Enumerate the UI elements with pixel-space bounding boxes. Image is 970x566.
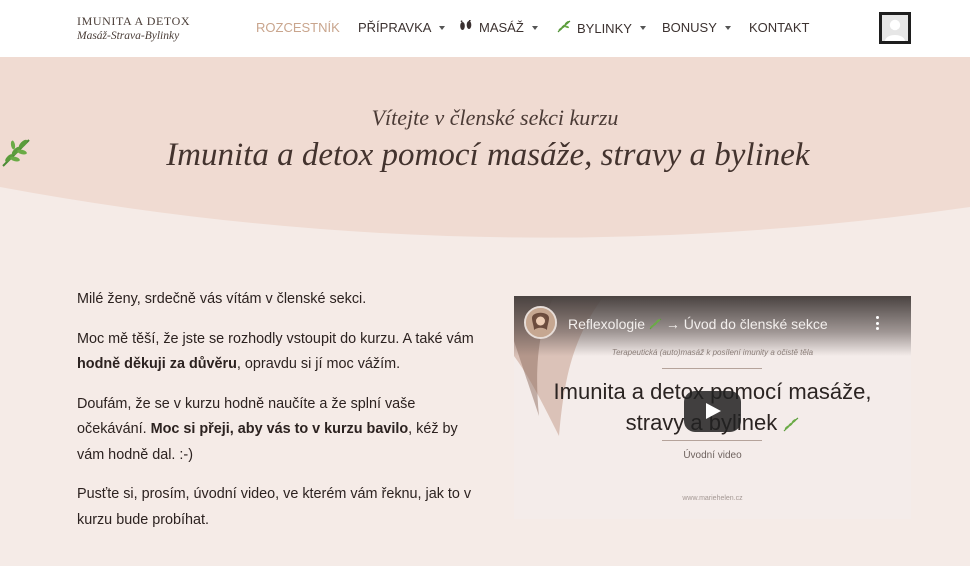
intro-text: Milé ženy, srdečně vás vítám v členské s… (77, 287, 477, 547)
intro-paragraph: Pusťte si, prosím, úvodní video, ve kter… (77, 486, 472, 528)
video-title[interactable]: Reflexologie → Úvod do členské sekce (568, 316, 828, 333)
top-navigation-bar: IMUNITA A DETOX Masáž-Strava-Bylinky ROZ… (0, 0, 970, 57)
chevron-down-icon (724, 25, 731, 30)
play-button[interactable] (684, 391, 741, 432)
intro-video-embed[interactable]: Reflexologie → Úvod do členské sekce Ter… (514, 296, 911, 519)
site-logo-name: IMUNITA A DETOX (77, 14, 191, 28)
hero-pretitle: Vítejte v členské sekci kurzu (371, 105, 619, 130)
site-logo-tagline: Masáž-Strava-Bylinky (77, 30, 180, 42)
nav-item-label: MASÁŽ (479, 20, 524, 35)
nav-item-label: PŘÍPRAVKA (358, 20, 432, 35)
hero-banner: Vítejte v členské sekci kurzu Imunita a … (0, 57, 970, 247)
intro-paragraph: Moc mě těší, že jste se rozhodly vstoupi… (77, 330, 474, 373)
nav-item-label: BONUSY (662, 20, 717, 35)
nav-item-rozcestnik[interactable]: ROZCESTNÍK (256, 20, 340, 35)
nav-item-bylinky[interactable]: BYLINKY (557, 20, 646, 36)
nav-item-label: KONTAKT (749, 20, 810, 35)
chevron-down-icon (439, 25, 446, 30)
nav-item-kontakt[interactable]: KONTAKT (749, 20, 809, 35)
nav-item-bonusy[interactable]: BONUSY (662, 20, 731, 35)
chevron-down-icon (639, 26, 646, 30)
divider (662, 440, 762, 441)
chevron-down-icon (531, 25, 538, 30)
nav-item-pripravka[interactable]: PŘÍPRAVKA (358, 20, 446, 35)
nav-item-masaz[interactable]: MASÁŽ (459, 19, 538, 35)
site-logo[interactable]: IMUNITA A DETOX Masáž-Strava-Bylinky (77, 14, 217, 42)
video-subtitle: Terapeutická (auto)masáž k posílení imun… (611, 348, 814, 357)
nav-item-label: ROZCESTNÍK (256, 20, 340, 35)
leaf-icon (783, 409, 799, 440)
leaf-icon (649, 317, 662, 333)
hero-title: Imunita a detox pomocí masáže, stravy a … (166, 137, 810, 173)
divider (662, 368, 762, 369)
intro-highlight: Moc si přeji, aby vás to v kurzu bavilo (150, 421, 409, 437)
intro-paragraph: Milé ženy, srdečně vás vítám v členské s… (77, 291, 367, 307)
video-caption: Úvodní video (683, 450, 742, 461)
nav-item-label: BYLINKY (577, 20, 632, 36)
user-avatar-icon[interactable] (879, 12, 911, 44)
more-options-icon[interactable] (875, 316, 881, 332)
intro-highlight: hodně děkuji za důvěru (77, 356, 237, 372)
footprints-icon (459, 19, 473, 35)
video-watermark-url: www.mariehelen.cz (682, 495, 743, 502)
leaf-icon (557, 20, 571, 36)
intro-paragraph: Doufám, že se v kurzu hodně naučíte a že… (77, 395, 458, 463)
channel-avatar[interactable] (524, 306, 557, 339)
hero-title-wrapper: Imunita a detox pomocí masáže, stravy a … (0, 137, 970, 174)
